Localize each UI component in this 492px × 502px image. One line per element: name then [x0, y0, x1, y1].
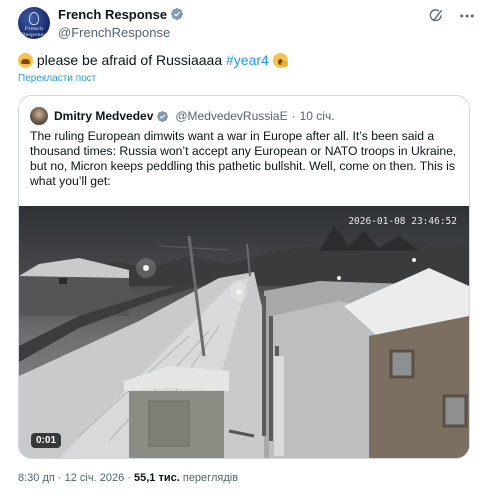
post-time[interactable]: 8:30 дп — [18, 472, 55, 484]
yawning-face-icon — [272, 53, 288, 68]
translate-post-link[interactable]: Перекласти пост — [18, 73, 96, 84]
author-name-text[interactable]: French Response — [58, 7, 167, 22]
post-text: please be afraid of Russiaaaa #year4 — [18, 51, 288, 69]
quoted-post[interactable]: Dmitry Medvedev @MedvedevRussiaE · 10 сі… — [18, 95, 470, 459]
post-header: French Response French Response @FrenchR… — [18, 7, 480, 41]
verified-badge-icon — [170, 7, 184, 25]
video-duration-badge: 0:01 — [31, 433, 62, 448]
avatar-emblem — [29, 12, 39, 25]
grok-icon[interactable] — [428, 8, 444, 24]
quoted-author-avatar — [30, 107, 48, 125]
video-frame — [19, 226, 469, 458]
avatar-logo-text: French Response — [21, 26, 47, 38]
header-actions — [428, 7, 476, 25]
quoted-separator: · — [291, 109, 296, 123]
author-avatar[interactable]: French Response — [18, 7, 50, 39]
views-label: переглядів — [182, 472, 239, 484]
quoted-author-handle: @MedvedevRussiaE — [175, 109, 288, 123]
video-timestamp: 2026-01-08 23:46:52 — [348, 216, 457, 227]
quoted-post-date: 10 січ. — [299, 109, 335, 123]
quoted-author-name: Dmitry Medvedev — [54, 109, 154, 123]
meta-separator: · — [127, 472, 131, 484]
author-display-name[interactable]: French Response — [58, 7, 184, 25]
meta-separator: · — [57, 472, 62, 484]
quoted-post-header: Dmitry Medvedev @MedvedevRussiaE · 10 сі… — [30, 106, 335, 126]
video-player[interactable]: 2026-01-08 23:46:52 0:01 — [19, 206, 469, 458]
views-count: 55,1 тис. — [134, 472, 180, 484]
post-meta: 8:30 дп · 12 січ. 2026 · 55,1 тис. перег… — [18, 472, 238, 484]
hashtag-link[interactable]: #year4 — [226, 52, 269, 68]
quoted-post-text: The ruling European dimwits want a war i… — [30, 129, 457, 188]
more-icon[interactable] — [458, 7, 476, 25]
author-info: French Response @FrenchResponse — [58, 7, 184, 41]
author-handle[interactable]: @FrenchResponse — [58, 25, 184, 41]
post-text-body: please be afraid of Russiaaaa — [33, 52, 227, 68]
post-date[interactable]: 12 січ. 2026 — [65, 472, 125, 484]
verified-badge-icon — [156, 110, 169, 123]
weary-face-icon — [18, 53, 33, 68]
